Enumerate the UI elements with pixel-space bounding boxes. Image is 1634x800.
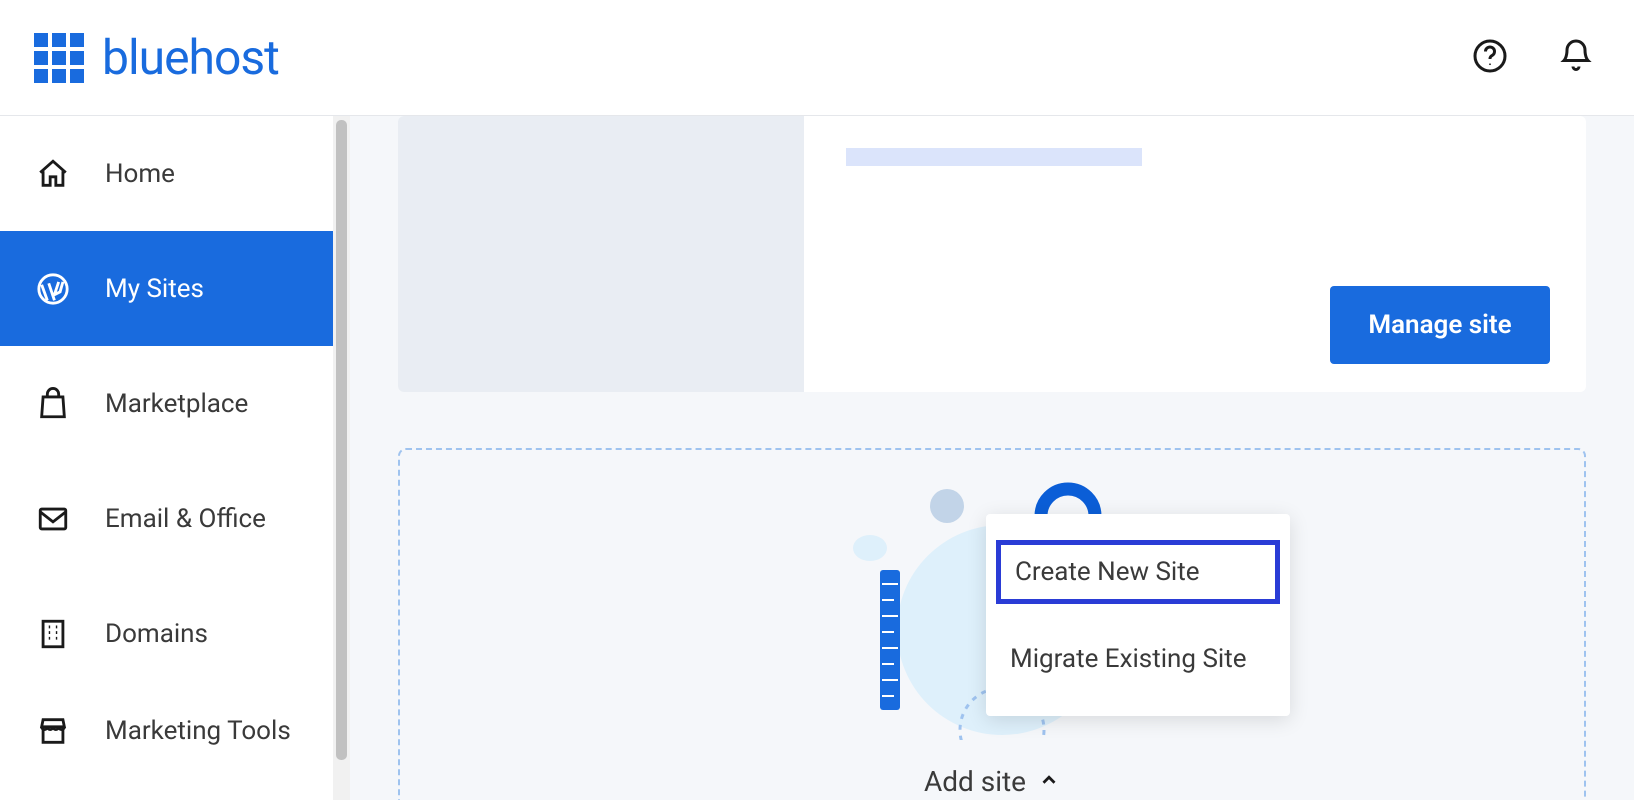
chevron-up-icon — [1038, 765, 1060, 798]
shopping-bag-icon — [36, 387, 70, 421]
sidebar-item-label: Email & Office — [105, 504, 266, 534]
help-icon[interactable] — [1472, 38, 1508, 78]
scrollbar-thumb[interactable] — [336, 120, 347, 760]
brand-name: bluehost — [102, 29, 279, 86]
add-site-menu: Create New Site Migrate Existing Site — [986, 514, 1290, 716]
site-url-redacted — [846, 148, 1142, 166]
sidebar-item-marketing-tools[interactable]: Marketing Tools — [0, 691, 350, 771]
bell-icon[interactable] — [1558, 38, 1594, 78]
envelope-icon — [36, 502, 70, 536]
create-new-site-option[interactable]: Create New Site — [996, 540, 1280, 604]
site-card: Manage site — [398, 116, 1586, 392]
sidebar-item-email-office[interactable]: Email & Office — [0, 461, 350, 576]
migrate-existing-site-option[interactable]: Migrate Existing Site — [986, 628, 1290, 690]
manage-site-button[interactable]: Manage site — [1330, 286, 1550, 364]
add-site-label: Add site — [924, 765, 1026, 798]
body: Home My Sites Marketplace Email & Office… — [0, 116, 1634, 800]
header-actions — [1472, 38, 1594, 78]
building-icon — [36, 617, 70, 651]
add-site-toggle[interactable]: Add site — [924, 765, 1060, 798]
site-card-body: Manage site — [804, 116, 1586, 392]
header: bluehost — [0, 0, 1634, 116]
sidebar-item-home[interactable]: Home — [0, 116, 350, 231]
site-thumbnail — [398, 116, 804, 392]
sidebar-item-domains[interactable]: Domains — [0, 576, 350, 691]
app-grid-icon — [34, 33, 84, 83]
sidebar-item-marketplace[interactable]: Marketplace — [0, 346, 350, 461]
sidebar-item-label: Marketing Tools — [105, 716, 291, 746]
sidebar: Home My Sites Marketplace Email & Office… — [0, 116, 350, 800]
sidebar-item-label: Domains — [105, 619, 208, 649]
home-icon — [36, 157, 70, 191]
sidebar-item-label: My Sites — [105, 274, 204, 304]
add-site-card: Create New Site Migrate Existing Site Ad… — [398, 448, 1586, 800]
main-content: Manage site Create New Site Migrate Exis… — [350, 116, 1634, 800]
store-icon — [36, 714, 70, 748]
logo[interactable]: bluehost — [34, 29, 279, 86]
sidebar-item-my-sites[interactable]: My Sites — [0, 231, 350, 346]
sidebar-item-label: Marketplace — [105, 389, 248, 419]
scrollbar[interactable] — [333, 116, 350, 800]
wordpress-icon — [36, 272, 70, 306]
sidebar-item-label: Home — [105, 159, 175, 189]
